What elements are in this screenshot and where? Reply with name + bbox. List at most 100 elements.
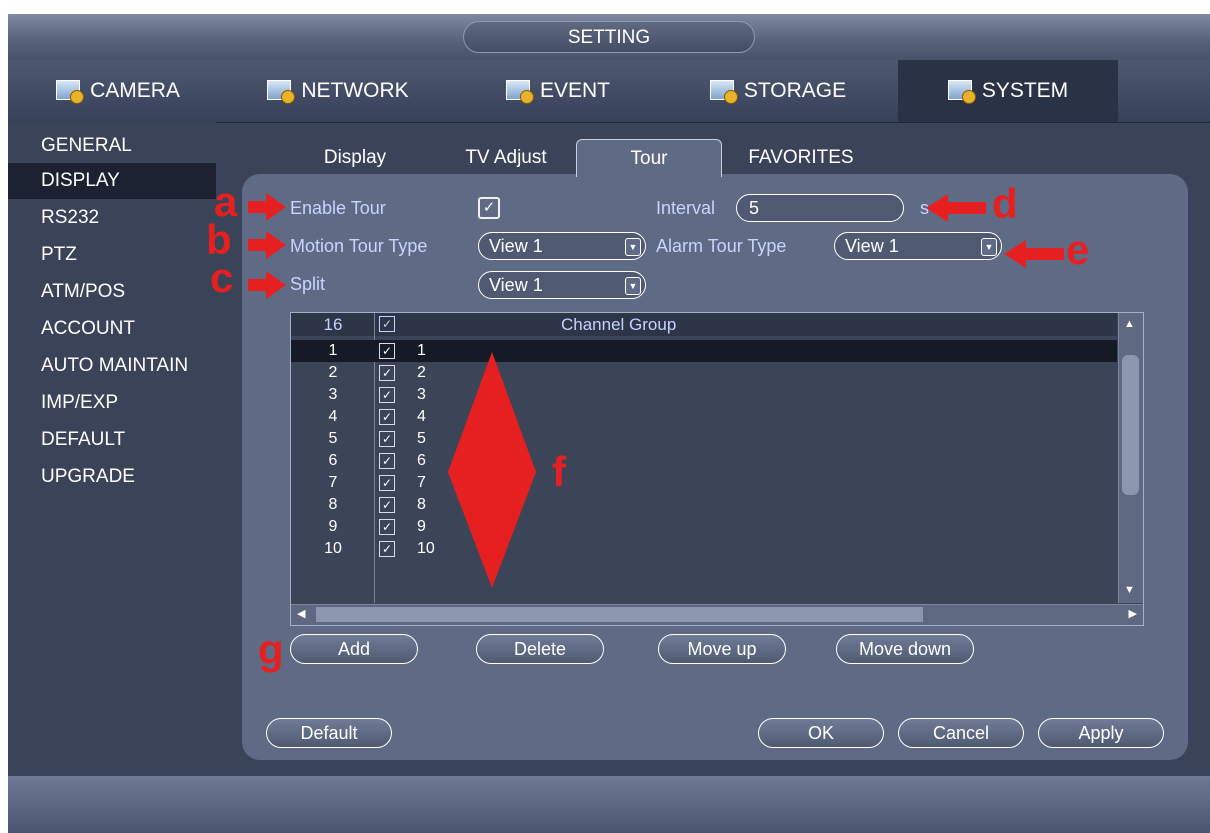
sidebar-item-auto-maintain[interactable]: AUTO MAINTAIN: [8, 348, 216, 384]
sidebar-item-display[interactable]: DISPLAY: [8, 163, 216, 199]
table-row[interactable]: 3 ✓ 3: [291, 384, 1117, 406]
tab-camera-label: CAMERA: [90, 79, 180, 102]
add-button[interactable]: Add: [290, 634, 418, 664]
row-checkbox[interactable]: ✓: [379, 541, 395, 557]
row-checkbox[interactable]: ✓: [379, 453, 395, 469]
table-row[interactable]: 6 ✓ 6: [291, 450, 1117, 472]
tab-tv-adjust[interactable]: TV Adjust: [436, 139, 576, 177]
row-checkbox[interactable]: ✓: [379, 409, 395, 425]
move-down-button[interactable]: Move down: [836, 634, 974, 664]
scroll-left-icon[interactable]: ◀: [297, 605, 305, 623]
split-value: View 1: [489, 275, 543, 295]
row-checkbox[interactable]: ✓: [379, 343, 395, 359]
table-row[interactable]: 9 ✓ 9: [291, 516, 1117, 538]
motion-tour-type-label: Motion Tour Type: [290, 236, 428, 256]
sidebar-item-ptz[interactable]: PTZ: [8, 237, 216, 273]
row-group: 4: [417, 408, 426, 425]
sidebar-item-atm-pos[interactable]: ATM/POS: [8, 274, 216, 310]
sidebar-item-upgrade[interactable]: UPGRADE: [8, 459, 216, 495]
channel-group-table: 16 ✓ Channel Group 1 ✓ 1 2 ✓ 2 3 ✓ 3 4 ✓…: [290, 312, 1144, 626]
table-row[interactable]: 4 ✓ 4: [291, 406, 1117, 428]
tab-favorites[interactable]: FAVORITES: [726, 139, 876, 177]
horizontal-scrollbar[interactable]: ◀ ▶: [291, 604, 1143, 625]
sidebar-item-default[interactable]: DEFAULT: [8, 422, 216, 458]
split-select[interactable]: View 1 ▼: [478, 271, 646, 299]
row-group: 2: [417, 364, 426, 381]
row-index: 7: [328, 474, 338, 491]
camera-settings-icon: [56, 78, 85, 104]
sidebar-item-imp-exp[interactable]: IMP/EXP: [8, 385, 216, 421]
table-row[interactable]: 7 ✓ 7: [291, 472, 1117, 494]
row-checkbox[interactable]: ✓: [379, 519, 395, 535]
table-row[interactable]: 8 ✓ 8: [291, 494, 1117, 516]
cancel-button[interactable]: Cancel: [898, 718, 1024, 748]
tab-camera[interactable]: CAMERA: [8, 60, 228, 122]
row-group: 10: [417, 540, 435, 557]
main-tab-bar: CAMERA NETWORK EVENT STORAGE SYSTEM: [8, 60, 1210, 123]
header-select-all-checkbox[interactable]: ✓: [379, 316, 395, 332]
row-checkbox[interactable]: ✓: [379, 475, 395, 491]
default-button[interactable]: Default: [266, 718, 392, 748]
vertical-scrollbar[interactable]: ▲ ▼: [1118, 313, 1143, 603]
vertical-scroll-thumb[interactable]: [1122, 355, 1139, 495]
tab-system[interactable]: SYSTEM: [898, 60, 1118, 122]
tab-network[interactable]: NETWORK: [228, 60, 448, 122]
tab-system-label: SYSTEM: [981, 79, 1069, 102]
table-row[interactable]: 1 ✓ 1: [291, 340, 1117, 362]
scroll-up-icon[interactable]: ▲: [1124, 315, 1135, 333]
apply-button[interactable]: Apply: [1038, 718, 1164, 748]
row-group: 7: [417, 474, 426, 491]
annotation-e: e: [1066, 226, 1090, 273]
annotation-arrow-a: [248, 193, 286, 221]
table-row[interactable]: 10 ✓ 10: [291, 538, 1117, 560]
table-row[interactable]: 2 ✓ 2: [291, 362, 1117, 384]
tab-network-label: NETWORK: [301, 79, 409, 102]
row-group: 3: [417, 386, 426, 403]
sidebar-item-account[interactable]: ACCOUNT: [8, 311, 216, 347]
network-icon: [267, 78, 296, 104]
ok-button[interactable]: OK: [758, 718, 884, 748]
interval-input[interactable]: 5: [736, 194, 904, 222]
tab-storage[interactable]: STORAGE: [668, 60, 888, 122]
row-index: 2: [328, 364, 338, 381]
tab-event-label: EVENT: [539, 79, 610, 102]
table-row[interactable]: 5 ✓ 5: [291, 428, 1117, 450]
row-checkbox[interactable]: ✓: [379, 431, 395, 447]
row-group: 1: [417, 342, 426, 359]
sidebar-item-rs232[interactable]: RS232: [8, 200, 216, 236]
row-index: 1: [328, 342, 338, 359]
row-index: 6: [328, 452, 338, 469]
alarm-tour-type-value: View 1: [845, 236, 899, 256]
horizontal-scroll-thumb[interactable]: [316, 607, 923, 622]
row-index: 9: [328, 518, 338, 535]
tab-event[interactable]: EVENT: [448, 60, 668, 122]
row-checkbox[interactable]: ✓: [379, 497, 395, 513]
scroll-right-icon[interactable]: ▶: [1129, 605, 1137, 623]
annotation-arrow-f: [448, 352, 536, 588]
row-index: 3: [328, 386, 338, 403]
header-channel-group: Channel Group: [561, 315, 677, 334]
row-index: 4: [328, 408, 338, 425]
row-checkbox[interactable]: ✓: [379, 387, 395, 403]
tab-tour[interactable]: Tour: [576, 139, 722, 177]
enable-tour-checkbox[interactable]: ✓: [478, 197, 500, 219]
motion-tour-type-value: View 1: [489, 236, 543, 256]
header-count: 16: [323, 315, 343, 334]
storage-icon: [709, 78, 738, 104]
alarm-tour-type-select[interactable]: View 1 ▼: [834, 232, 1002, 260]
annotation-arrow-e: [1004, 240, 1064, 268]
sidebar-item-general[interactable]: GENERAL: [8, 128, 216, 164]
tab-display[interactable]: Display: [300, 139, 410, 177]
motion-tour-type-select[interactable]: View 1 ▼: [478, 232, 646, 260]
delete-button[interactable]: Delete: [476, 634, 604, 664]
row-checkbox[interactable]: ✓: [379, 365, 395, 381]
status-bar: [8, 776, 1210, 833]
chevron-down-icon: ▼: [625, 238, 641, 256]
enable-tour-label: Enable Tour: [290, 198, 386, 218]
scroll-down-icon[interactable]: ▼: [1124, 581, 1135, 599]
annotation-c: c: [210, 254, 234, 301]
row-group: 6: [417, 452, 426, 469]
system-icon: [947, 78, 976, 104]
interval-label: Interval: [656, 198, 716, 218]
move-up-button[interactable]: Move up: [658, 634, 786, 664]
